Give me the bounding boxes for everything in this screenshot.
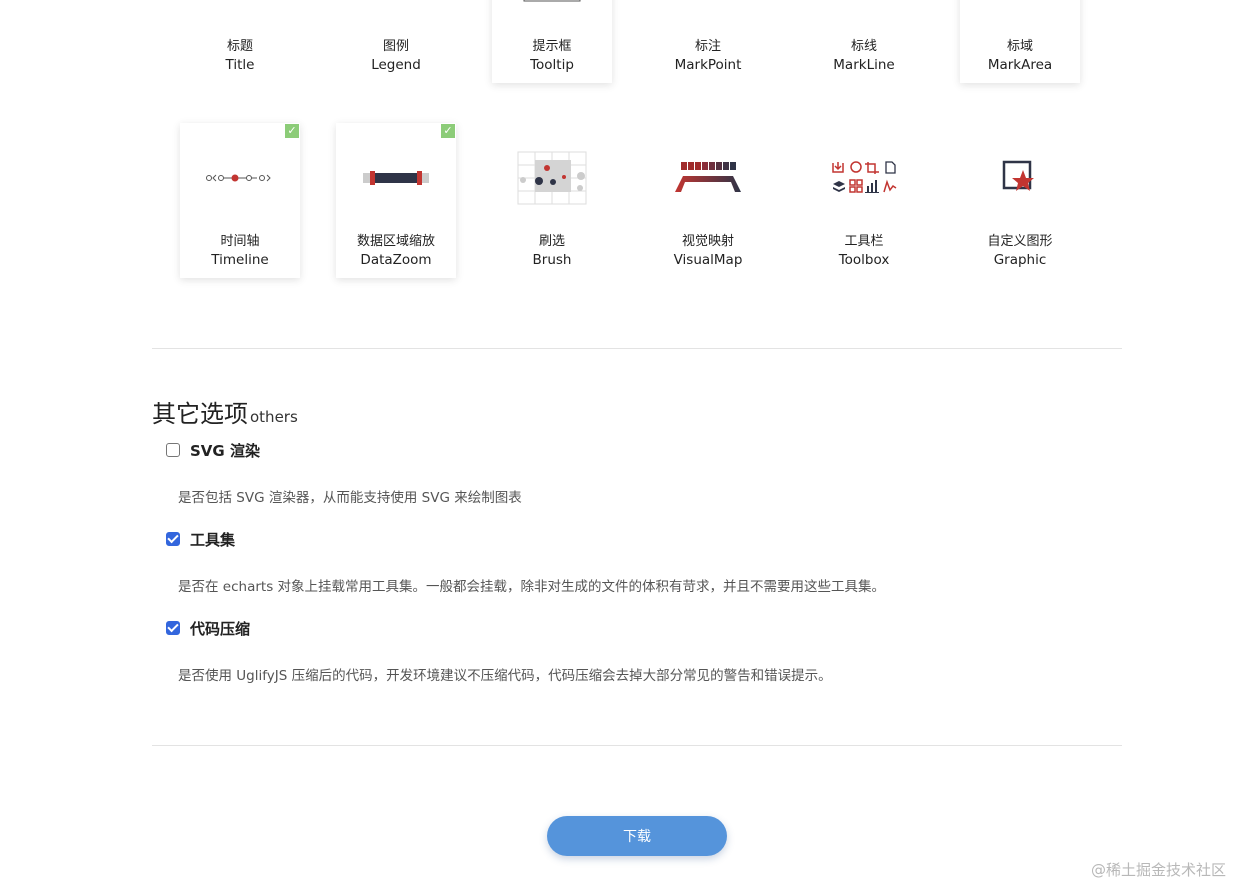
card-label: 数据区域缩放 DataZoom — [356, 234, 435, 268]
card-label: 时间轴 Timeline — [211, 234, 269, 268]
component-card-graphic[interactable]: 自定义图形 Graphic — [960, 123, 1080, 278]
component-card-markline[interactable]: 标线 MarkLine — [804, 0, 924, 83]
section-title: 其它选项 others — [152, 400, 298, 428]
minify-checkbox[interactable] — [166, 621, 180, 635]
tooltip-icon — [492, 0, 612, 8]
component-card-tooltip[interactable]: 提示框 Tooltip — [492, 0, 612, 83]
toolbox-icon — [804, 143, 924, 213]
component-card-timeline[interactable]: ✓ 时间轴 Timeline — [180, 123, 300, 278]
card-label: 标注 MarkPoint — [674, 39, 742, 73]
card-label: 提示框 Tooltip — [530, 39, 574, 73]
watermark: @稀土掘金技术社区 — [1090, 861, 1226, 879]
component-card-brush[interactable]: 刷选 Brush — [492, 123, 612, 278]
card-label: 图例 Legend — [371, 39, 421, 73]
section-divider — [152, 348, 1122, 349]
section-divider — [152, 745, 1122, 746]
option-description: 是否包括 SVG 渲染器，从而能支持使用 SVG 来绘制图表 — [178, 490, 522, 506]
card-label: 刷选 Brush — [532, 234, 572, 268]
component-card-title[interactable]: 标题 Title — [180, 0, 300, 83]
card-label: 视觉映射 VisualMap — [673, 234, 743, 268]
card-label: 工具栏 Toolbox — [838, 234, 890, 268]
component-card-markpoint[interactable]: 标注 MarkPoint — [648, 0, 768, 83]
checked-icon: ✓ — [441, 124, 455, 138]
timeline-icon — [180, 143, 300, 213]
brush-icon — [492, 143, 612, 213]
option-utils[interactable]: 工具集 是否在 echarts 对象上挂载常用工具集。一般都会挂载，除非对生成的… — [166, 527, 885, 595]
graphic-icon — [960, 143, 1080, 213]
component-card-visualmap[interactable]: 视觉映射 VisualMap — [648, 123, 768, 278]
option-minify[interactable]: 代码压缩 是否使用 UglifyJS 压缩后的代码，开发环境建议不压缩代码，代码… — [166, 616, 832, 684]
option-description: 是否在 echarts 对象上挂载常用工具集。一般都会挂载，除非对生成的文件的体… — [178, 579, 886, 595]
svg-render-checkbox[interactable] — [166, 443, 180, 457]
component-card-markarea[interactable]: 标域 MarkArea — [960, 0, 1080, 83]
card-label: 标域 MarkArea — [987, 39, 1053, 73]
visualmap-icon — [648, 143, 768, 213]
markarea-icon — [960, 0, 1080, 8]
checked-icon: ✓ — [285, 124, 299, 138]
utils-checkbox[interactable] — [166, 532, 180, 546]
option-description: 是否使用 UglifyJS 压缩后的代码，开发环境建议不压缩代码，代码压缩会去掉… — [178, 668, 832, 684]
component-card-legend[interactable]: 图例 Legend — [336, 0, 456, 83]
download-button[interactable]: 下载 — [547, 816, 727, 856]
card-label: 标题 Title — [225, 39, 255, 73]
datazoom-icon — [336, 143, 456, 213]
card-label: 标线 MarkLine — [833, 39, 895, 73]
component-card-toolbox[interactable]: 工具栏 Toolbox — [804, 123, 924, 278]
component-card-datazoom[interactable]: ✓ 数据区域缩放 DataZoom — [336, 123, 456, 278]
card-label: 自定义图形 Graphic — [987, 234, 1053, 268]
option-svg-render[interactable]: SVG 渲染 是否包括 SVG 渲染器，从而能支持使用 SVG 来绘制图表 — [166, 438, 522, 506]
